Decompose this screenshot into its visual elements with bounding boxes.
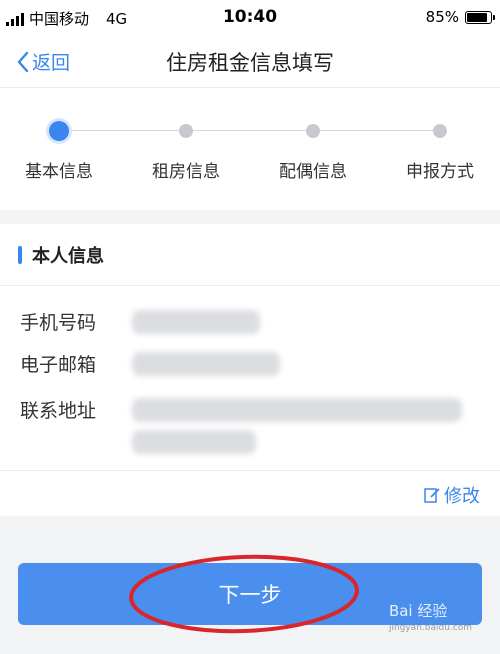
- email-value-redacted: [132, 352, 280, 376]
- step-rental-info[interactable]: 租房信息: [136, 118, 236, 182]
- email-field-row: 电子邮箱: [20, 350, 280, 377]
- edit-icon: [424, 488, 440, 503]
- step-spouse-info[interactable]: 配偶信息: [263, 118, 363, 182]
- progress-stepper: 基本信息 租房信息 配偶信息 申报方式: [0, 88, 500, 210]
- step-basic-info[interactable]: 基本信息: [9, 118, 109, 182]
- watermark-text: Bai 经验: [388, 602, 448, 620]
- step-label: 基本信息: [25, 162, 93, 182]
- address-field-row: 联系地址: [20, 396, 462, 454]
- status-right: 85%: [425, 8, 495, 26]
- step-label: 申报方式: [406, 162, 474, 182]
- address-value-redacted: [132, 396, 462, 454]
- phone-field-row: 手机号码: [20, 308, 260, 335]
- step-dot: [179, 124, 193, 138]
- edit-button[interactable]: 修改: [423, 482, 480, 508]
- edit-label: 修改: [444, 486, 480, 507]
- battery-percent: 85%: [425, 8, 459, 26]
- nav-bar: 返回 住房租金信息填写: [0, 36, 500, 88]
- section-header: 本人信息: [0, 224, 500, 286]
- watermark-sub: jingyan.baidu.com: [388, 623, 472, 633]
- phone-label: 手机号码: [20, 312, 97, 334]
- address-label: 联系地址: [20, 400, 97, 422]
- personal-info-card: 本人信息 手机号码 电子邮箱 联系地址 修改: [0, 224, 500, 516]
- stepper-line: [60, 130, 440, 131]
- watermark: Bai 经验 jingyan.baidu.com: [389, 600, 472, 633]
- phone-value-redacted: [132, 310, 260, 334]
- section-title: 本人信息: [32, 245, 104, 267]
- step-dot: [433, 124, 447, 138]
- section-accent-bar: [18, 245, 22, 264]
- card-divider: [0, 470, 500, 471]
- page-title: 住房租金信息填写: [166, 51, 334, 75]
- battery-icon: [465, 10, 495, 24]
- email-label: 电子邮箱: [20, 354, 97, 376]
- step-dot-active: [49, 121, 69, 141]
- step-label: 租房信息: [152, 162, 220, 182]
- step-dot: [306, 124, 320, 138]
- step-declare-method[interactable]: 申报方式: [390, 118, 490, 182]
- step-label: 配偶信息: [279, 162, 347, 182]
- status-bar: 中国移动 4G 10:40 85%: [0, 0, 500, 36]
- battery-fill: [467, 12, 487, 22]
